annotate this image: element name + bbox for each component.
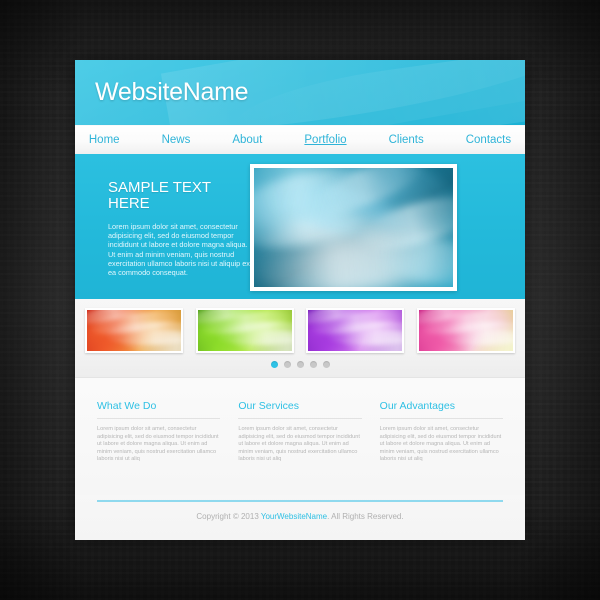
red-orange-waves [87, 310, 181, 351]
nav-item-about[interactable]: About [211, 134, 283, 146]
thumbnail-1[interactable] [85, 308, 183, 353]
column-title: Our Advantages [379, 400, 503, 419]
thumbnail-row [75, 299, 525, 353]
footer-divider [97, 500, 503, 502]
content-columns: What We Do Lorem ipsum dolor sit amet, co… [75, 377, 525, 495]
slider-pagination [75, 361, 525, 368]
content-column-3: Our Advantages Lorem ipsum dolor sit amet… [379, 400, 503, 495]
thumbnail-2[interactable] [195, 308, 294, 353]
pagination-dot-5[interactable] [322, 361, 330, 368]
content-column-2: Our Services Lorem ipsum dolor sit amet, … [238, 400, 362, 495]
hero-title-line2: HERE [108, 195, 150, 212]
nav-item-home[interactable]: Home [75, 134, 141, 146]
thumbnail-3[interactable] [306, 308, 405, 353]
pagination-dot-3[interactable] [296, 361, 304, 368]
pagination-dot-2[interactable] [283, 361, 291, 368]
thumbnail-4[interactable] [416, 308, 515, 353]
site-header: WebsiteName [75, 60, 525, 125]
website-mockup: WebsiteName Home News About Portfolio Client… [75, 60, 525, 540]
column-title: Our Services [238, 400, 362, 419]
column-body-text: Lorem ipsum dolor sit amet, consectetur … [238, 426, 360, 463]
nav-item-contacts[interactable]: Contacts [445, 134, 525, 146]
hero-image-frame[interactable] [250, 164, 457, 291]
pagination-dot-1[interactable] [270, 361, 278, 368]
hero-title: SAMPLE TEXT HERE [108, 180, 250, 212]
column-body-text: Lorem ipsum dolor sit amet, consectetur … [97, 426, 219, 463]
thumbnail-strip [75, 299, 525, 377]
site-logo[interactable]: WebsiteName [95, 78, 249, 107]
main-navigation: Home News About Portfolio Clients Contacts [75, 125, 525, 154]
column-body-text: Lorem ipsum dolor sit amet, consectetur … [379, 426, 502, 463]
footer-brand-link[interactable]: YourWebsiteName [261, 512, 327, 521]
hero-title-line1: SAMPLE TEXT [108, 179, 212, 196]
nav-item-news[interactable]: News [141, 134, 212, 146]
pagination-dot-4[interactable] [309, 361, 317, 368]
copyright-prefix: Copyright © 2013 [196, 512, 261, 521]
copyright-suffix: . All Rights Reserved. [327, 512, 404, 521]
content-column-1: What We Do Lorem ipsum dolor sit amet, co… [97, 400, 221, 495]
site-footer: Copyright © 2013 YourWebsiteName. All Ri… [75, 495, 525, 540]
hero-image [254, 168, 453, 287]
purple-waves [308, 310, 403, 351]
hero-text-block: SAMPLE TEXT HERE Lorem ipsum dolor sit a… [108, 180, 250, 278]
pink-yellow-waves [418, 310, 513, 351]
hero-body-text: Lorem ipsum dolor sit amet, consectetur … [108, 222, 250, 278]
copyright-text: Copyright © 2013 YourWebsiteName. All Ri… [75, 512, 525, 521]
column-title: What We Do [97, 400, 221, 419]
green-waves [197, 310, 292, 351]
nav-item-clients[interactable]: Clients [368, 134, 445, 146]
hero-slider: SAMPLE TEXT HERE Lorem ipsum dolor sit a… [75, 154, 525, 299]
nav-item-portfolio[interactable]: Portfolio [283, 134, 367, 146]
